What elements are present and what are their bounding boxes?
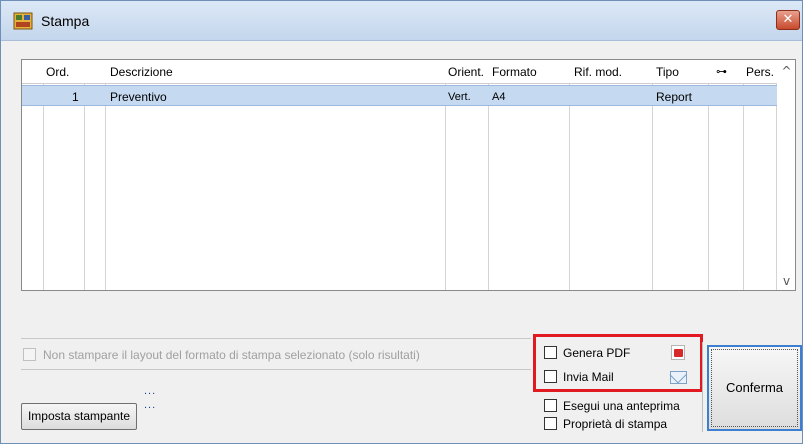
divider <box>702 342 703 432</box>
key-icon[interactable]: ⊶ <box>716 65 727 78</box>
divider <box>21 338 531 339</box>
conferma-button[interactable]: Conferma <box>707 345 802 431</box>
scroll-up-icon[interactable]: ^ <box>780 64 793 78</box>
focus-rect <box>711 349 798 427</box>
column-header-ord[interactable]: Ord. <box>46 65 69 79</box>
cell-orient: Vert. <box>448 91 471 103</box>
print-formats-grid[interactable]: Ord. Descrizione Orient. Formato Rif. mo… <box>21 59 796 291</box>
printer-info-1: ... <box>144 385 157 397</box>
cell-formato: A4 <box>492 91 506 103</box>
anteprima-label: Esegui una anteprima <box>563 399 680 413</box>
invia-mail-checkbox[interactable] <box>544 370 557 383</box>
anteprima-checkbox[interactable] <box>544 399 557 412</box>
no-layout-label: Non stampare il layout del formato di st… <box>43 348 420 362</box>
no-layout-checkbox[interactable] <box>23 348 36 361</box>
pdf-icon <box>671 345 685 360</box>
close-button[interactable]: ✕ <box>776 10 800 30</box>
window-title: Stampa <box>41 13 90 29</box>
divider <box>21 369 531 370</box>
grid-header: Ord. Descrizione Orient. Formato Rif. mo… <box>22 60 795 84</box>
close-icon: ✕ <box>782 12 794 27</box>
vertical-scrollbar[interactable]: ^ v <box>777 60 795 290</box>
app-icon <box>13 12 33 30</box>
genera-pdf-label: Genera PDF <box>563 346 631 360</box>
column-header-tipo[interactable]: Tipo <box>656 65 679 79</box>
printer-info-2: ... <box>144 399 157 411</box>
genera-pdf-checkbox[interactable] <box>544 346 557 359</box>
column-header-orient[interactable]: Orient. <box>448 65 484 79</box>
proprieta-checkbox[interactable] <box>544 417 557 430</box>
column-header-rif-mod[interactable]: Rif. mod. <box>574 65 622 79</box>
cell-tipo: Report <box>656 90 693 104</box>
column-header-descrizione[interactable]: Descrizione <box>110 65 173 79</box>
proprieta-label: Proprietà di stampa <box>563 417 668 431</box>
invia-mail-label: Invia Mail <box>563 370 614 384</box>
imposta-stampante-button[interactable]: Imposta stampante <box>21 403 137 430</box>
cell-descrizione: Preventivo <box>110 90 167 104</box>
column-header-formato[interactable]: Formato <box>492 65 537 79</box>
title-bar: Stampa ✕ <box>1 1 802 41</box>
mail-icon <box>670 371 687 384</box>
print-dialog: Stampa ✕ Ord. Descrizione Orient. Format… <box>0 0 803 444</box>
scroll-down-icon[interactable]: v <box>780 274 793 288</box>
column-header-pers[interactable]: Pers. <box>746 65 774 79</box>
cell-ord: 1 <box>72 90 79 104</box>
